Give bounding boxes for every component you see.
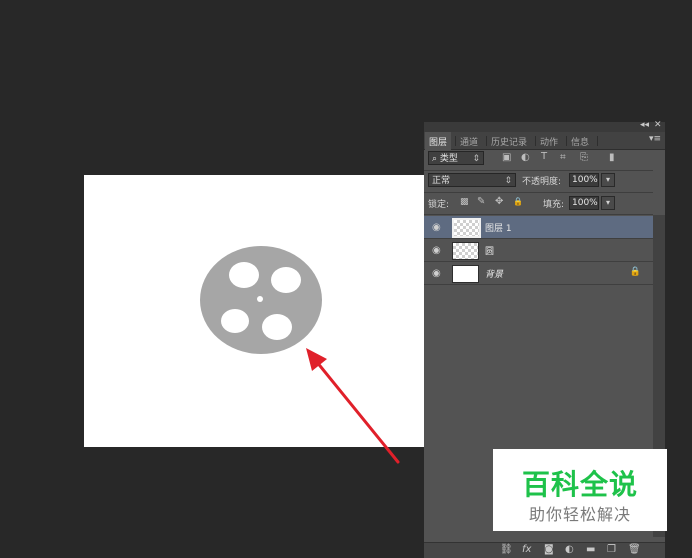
search-icon: ⌕	[432, 154, 438, 164]
layer-lock-icon: 🔒	[629, 267, 641, 277]
divider	[424, 192, 653, 193]
fill-label: 填充:	[543, 200, 565, 210]
blend-mode-value: 正常	[432, 176, 451, 186]
visibility-eye-icon[interactable]: ◉	[432, 245, 441, 256]
tab-separator	[535, 136, 536, 146]
type-filter-icon[interactable]: T	[541, 151, 547, 162]
tab-separator	[566, 136, 567, 146]
image-filter-icon[interactable]: ▣	[502, 152, 511, 163]
close-panel-icon[interactable]: ✕	[654, 120, 662, 130]
new-layer-icon[interactable]: ❐	[607, 544, 616, 555]
lock-all-icon[interactable]: 🔒	[513, 197, 523, 206]
tab-separator	[486, 136, 487, 146]
filter-row: ⌕ 类型 ⇕ ▣ ◐ T ⌗ ⎘ ▮	[424, 150, 653, 170]
layers-bottom-toolbar: ⛓ fx ◙ ◐ ▬ ❐ 🗑	[424, 542, 665, 558]
tab-separator	[455, 136, 456, 146]
lock-label: 锁定:	[428, 200, 450, 210]
tab-info[interactable]: 信息	[571, 135, 589, 148]
visibility-eye-icon[interactable]: ◉	[432, 222, 441, 233]
reel-hole-bottom-right	[262, 314, 292, 340]
smart-object-filter-icon[interactable]: ⎘	[580, 152, 588, 163]
filter-toggle-icon[interactable]: ▮	[609, 152, 615, 163]
divider	[424, 214, 653, 215]
layer-thumbnail	[452, 242, 479, 260]
layer-name[interactable]: 背景	[485, 267, 503, 280]
filter-kind-value: 类型	[439, 154, 458, 164]
tab-actions[interactable]: 动作	[540, 135, 558, 148]
layer-row-circle[interactable]: ◉ 圆	[424, 239, 653, 262]
divider	[424, 170, 653, 171]
updown-arrows-icon: ⇕	[472, 154, 480, 164]
new-group-icon[interactable]: ▬	[586, 544, 595, 555]
layer-name[interactable]: 圆	[485, 244, 494, 257]
fill-input[interactable]: 100%	[569, 196, 599, 210]
lock-position-icon[interactable]: ✥	[495, 196, 503, 207]
layer-thumbnail	[452, 265, 479, 283]
layer-thumbnail	[452, 218, 481, 238]
reel-center-hole	[257, 296, 263, 302]
filter-kind-dropdown[interactable]: ⌕ 类型 ⇕	[428, 151, 484, 165]
opacity-slider-toggle[interactable]: ▾	[601, 173, 615, 187]
adjustment-filter-icon[interactable]: ◐	[521, 152, 530, 163]
panel-title-bar: ◂◂ ✕	[424, 120, 665, 132]
layer-row-background[interactable]: ◉ 背景 🔒	[424, 262, 653, 285]
blend-row: 正常 ⇕ 不透明度: 100% ▾	[424, 172, 653, 192]
delete-layer-icon[interactable]: 🗑	[628, 544, 641, 555]
link-layers-icon[interactable]: ⛓	[500, 544, 513, 555]
tab-layers[interactable]: 图层	[425, 132, 452, 151]
tab-separator	[597, 136, 598, 146]
layer-name[interactable]: 图层 1	[485, 221, 512, 234]
collapse-panel-icon[interactable]: ◂◂	[640, 120, 649, 130]
blend-mode-dropdown[interactable]: 正常 ⇕	[428, 173, 516, 187]
panel-tab-bar: 图层 通道 历史记录 动作 信息 ▾≡	[424, 132, 665, 151]
film-reel-shape	[200, 246, 322, 354]
watermark-logo: 百科全说 助你轻松解决	[493, 449, 667, 531]
tab-channels[interactable]: 通道	[460, 135, 478, 148]
panel-menu-icon[interactable]: ▾≡	[649, 134, 661, 144]
tab-history[interactable]: 历史记录	[491, 135, 527, 148]
opacity-input[interactable]: 100%	[569, 173, 599, 187]
updown-arrows-icon: ⇕	[504, 176, 512, 186]
visibility-eye-icon[interactable]: ◉	[432, 268, 441, 279]
watermark-title: 百科全说	[521, 468, 638, 501]
reel-hole-top-left	[229, 262, 259, 288]
lock-row: 锁定: ▩ ✎ ✥ 🔒 填充: 100% ▾	[424, 194, 653, 214]
reel-hole-bottom-left	[221, 309, 249, 333]
add-mask-icon[interactable]: ◙	[544, 544, 554, 555]
reel-hole-top-right	[271, 267, 301, 293]
watermark-subtitle: 助你轻松解决	[528, 505, 631, 524]
lock-transparent-icon[interactable]: ▩	[460, 197, 469, 207]
adjustment-layer-icon[interactable]: ◐	[565, 544, 574, 555]
layer-style-icon[interactable]: fx	[522, 544, 531, 555]
layer-row-layer1[interactable]: ◉ 图层 1	[424, 216, 653, 239]
shape-filter-icon[interactable]: ⌗	[560, 152, 566, 163]
opacity-label: 不透明度:	[522, 177, 562, 187]
lock-paint-icon[interactable]: ✎	[477, 196, 485, 207]
annotation-arrow	[306, 348, 400, 464]
fill-slider-toggle[interactable]: ▾	[601, 196, 615, 210]
